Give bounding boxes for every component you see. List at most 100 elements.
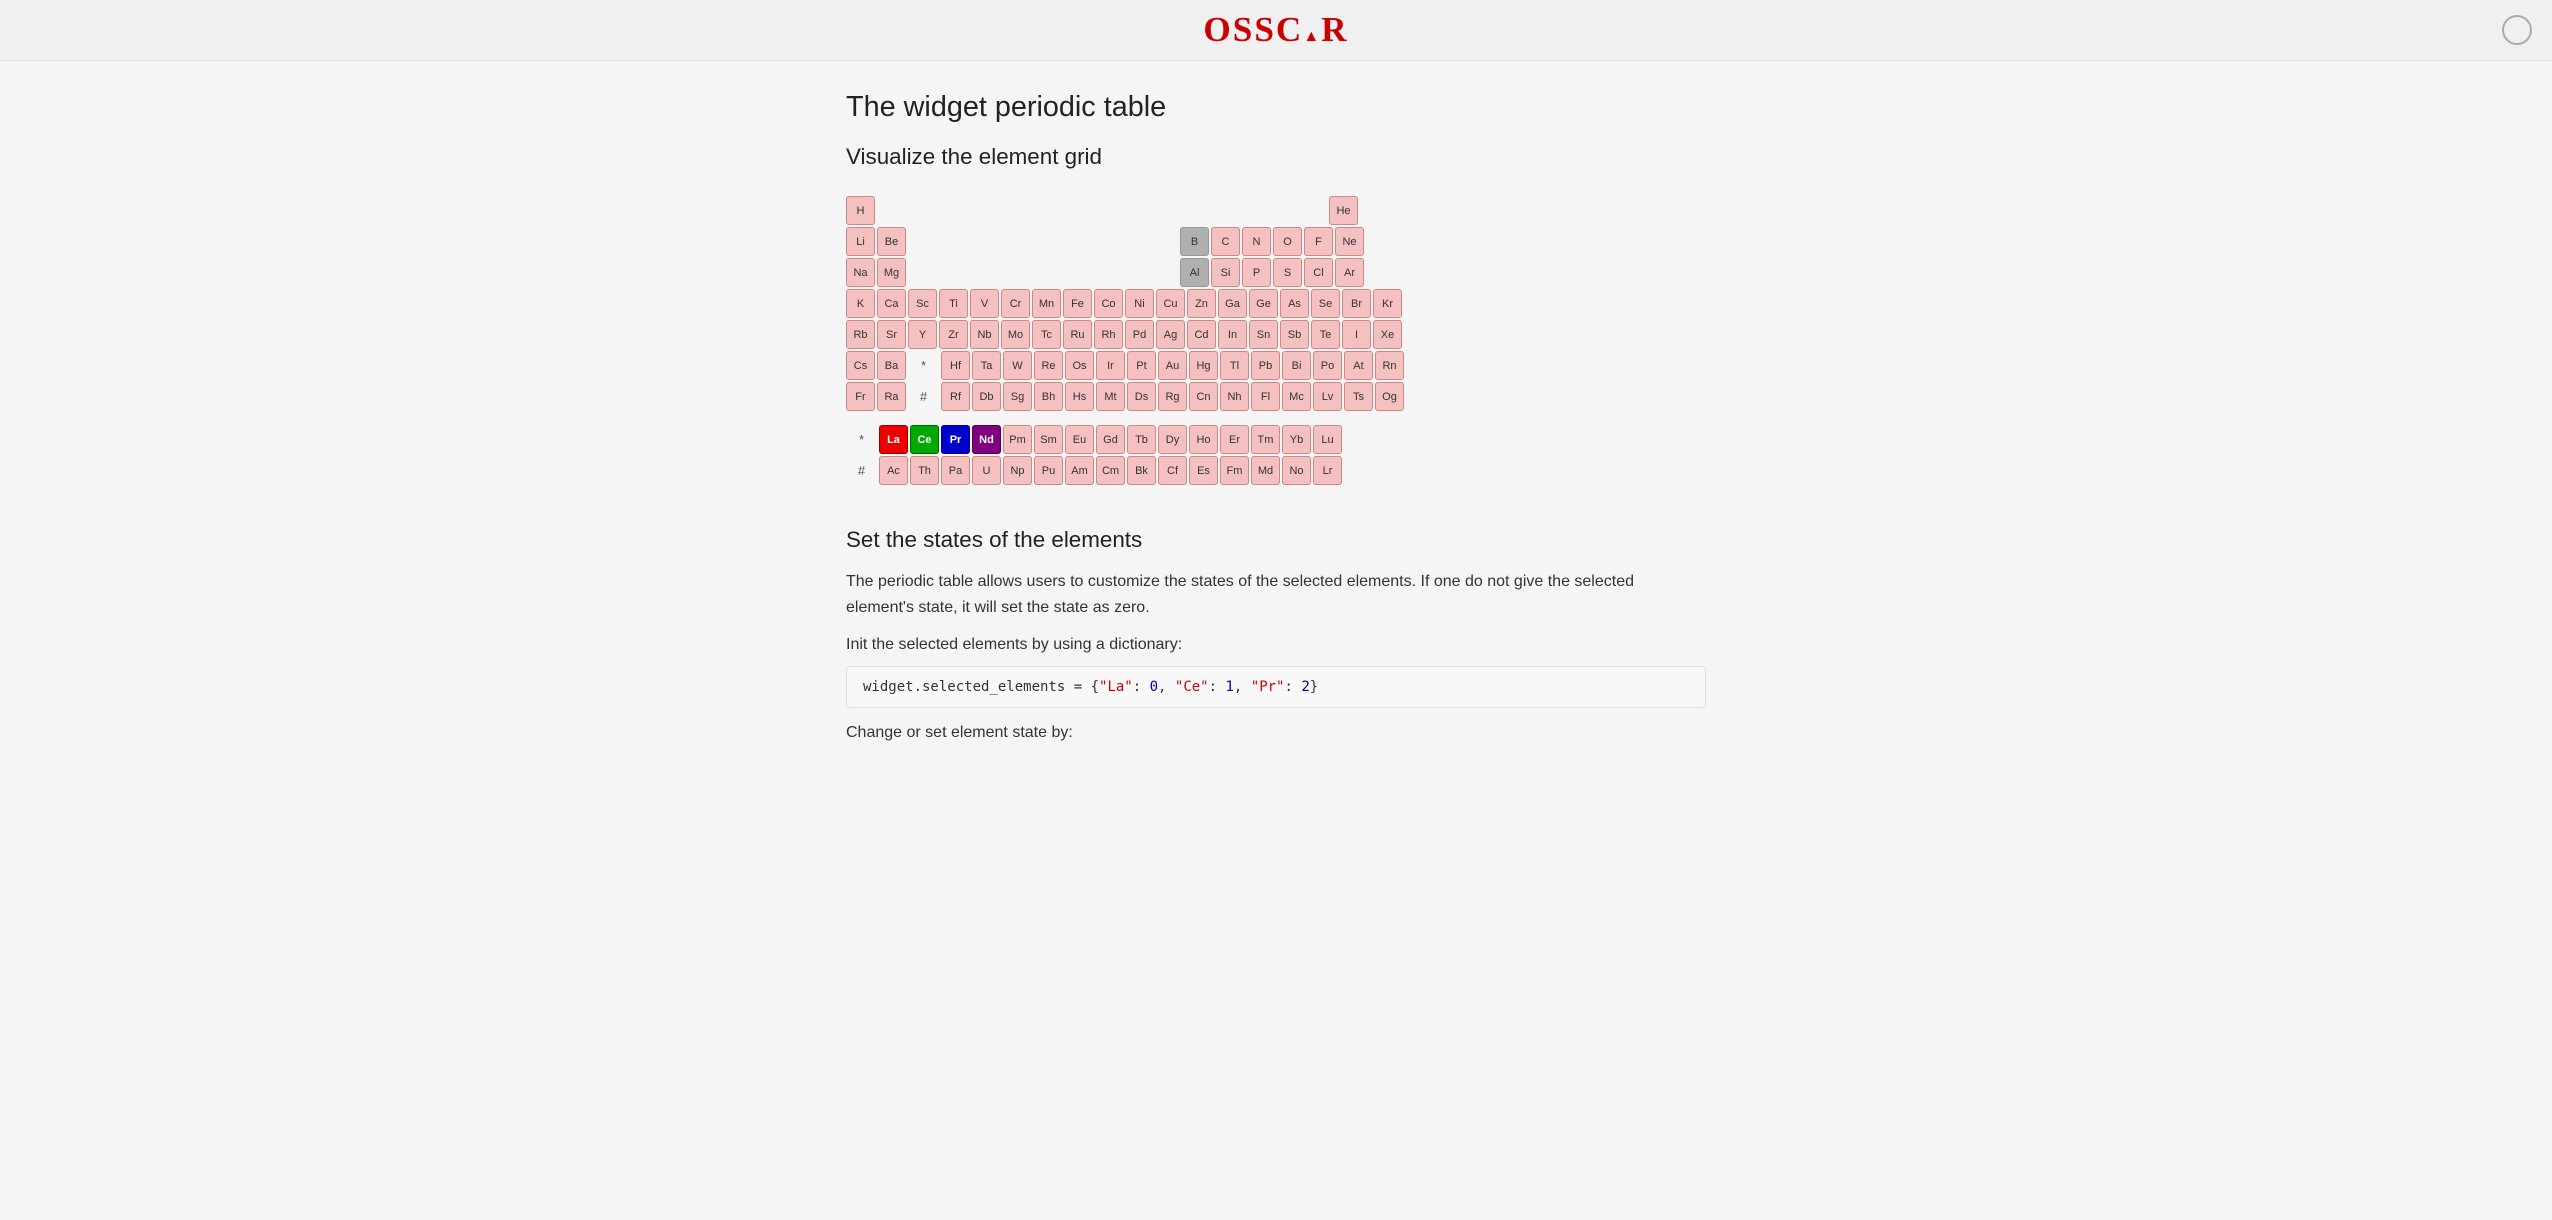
element-Am[interactable]: Am: [1065, 456, 1094, 485]
element-Na[interactable]: Na: [846, 258, 875, 287]
element-Ag[interactable]: Ag: [1156, 320, 1185, 349]
element-Ts[interactable]: Ts: [1344, 382, 1373, 411]
element-As[interactable]: As: [1280, 289, 1309, 318]
element-Nd[interactable]: Nd: [972, 425, 1001, 454]
element-Fm[interactable]: Fm: [1220, 456, 1249, 485]
element-Ni[interactable]: Ni: [1125, 289, 1154, 318]
element-Os[interactable]: Os: [1065, 351, 1094, 380]
element-Pa[interactable]: Pa: [941, 456, 970, 485]
element-Tb[interactable]: Tb: [1127, 425, 1156, 454]
element-Pb[interactable]: Pb: [1251, 351, 1280, 380]
element-Gd[interactable]: Gd: [1096, 425, 1125, 454]
element-Ga[interactable]: Ga: [1218, 289, 1247, 318]
element-Ne[interactable]: Ne: [1335, 227, 1364, 256]
element-H[interactable]: H: [846, 196, 875, 225]
element-Zn[interactable]: Zn: [1187, 289, 1216, 318]
element-Cs[interactable]: Cs: [846, 351, 875, 380]
element-Fe[interactable]: Fe: [1063, 289, 1092, 318]
element-Mg[interactable]: Mg: [877, 258, 906, 287]
element-Br[interactable]: Br: [1342, 289, 1371, 318]
element-K[interactable]: K: [846, 289, 875, 318]
element-Cd[interactable]: Cd: [1187, 320, 1216, 349]
element-Ru[interactable]: Ru: [1063, 320, 1092, 349]
element-Pr[interactable]: Pr: [941, 425, 970, 454]
element-V[interactable]: V: [970, 289, 999, 318]
element-Lv[interactable]: Lv: [1313, 382, 1342, 411]
element-Rh[interactable]: Rh: [1094, 320, 1123, 349]
element-F[interactable]: F: [1304, 227, 1333, 256]
element-Sm[interactable]: Sm: [1034, 425, 1063, 454]
element-Bk[interactable]: Bk: [1127, 456, 1156, 485]
element-Si[interactable]: Si: [1211, 258, 1240, 287]
element-Cm[interactable]: Cm: [1096, 456, 1125, 485]
element-Lu[interactable]: Lu: [1313, 425, 1342, 454]
element-Co[interactable]: Co: [1094, 289, 1123, 318]
element-Ti[interactable]: Ti: [939, 289, 968, 318]
element-Pm[interactable]: Pm: [1003, 425, 1032, 454]
element-Sb[interactable]: Sb: [1280, 320, 1309, 349]
element-Tm[interactable]: Tm: [1251, 425, 1280, 454]
element-Tl[interactable]: Tl: [1220, 351, 1249, 380]
element-Db[interactable]: Db: [972, 382, 1001, 411]
element-He[interactable]: He: [1329, 196, 1358, 225]
element-U[interactable]: U: [972, 456, 1001, 485]
element-N[interactable]: N: [1242, 227, 1271, 256]
element-Pu[interactable]: Pu: [1034, 456, 1063, 485]
element-Fl[interactable]: Fl: [1251, 382, 1280, 411]
element-Pt[interactable]: Pt: [1127, 351, 1156, 380]
element-Au[interactable]: Au: [1158, 351, 1187, 380]
element-I[interactable]: I: [1342, 320, 1371, 349]
element-Li[interactable]: Li: [846, 227, 875, 256]
element-Nb[interactable]: Nb: [970, 320, 999, 349]
element-Ar[interactable]: Ar: [1335, 258, 1364, 287]
element-Rf[interactable]: Rf: [941, 382, 970, 411]
element-Cu[interactable]: Cu: [1156, 289, 1185, 318]
element-Se[interactable]: Se: [1311, 289, 1340, 318]
element-Cl[interactable]: Cl: [1304, 258, 1333, 287]
element-P[interactable]: P: [1242, 258, 1271, 287]
element-Po[interactable]: Po: [1313, 351, 1342, 380]
element-Ca[interactable]: Ca: [877, 289, 906, 318]
element-Hg[interactable]: Hg: [1189, 351, 1218, 380]
element-Mn[interactable]: Mn: [1032, 289, 1061, 318]
record-button[interactable]: [2502, 15, 2532, 45]
element-O[interactable]: O: [1273, 227, 1302, 256]
element-Ac[interactable]: Ac: [879, 456, 908, 485]
element-Rb[interactable]: Rb: [846, 320, 875, 349]
element-At[interactable]: At: [1344, 351, 1373, 380]
element-Cn[interactable]: Cn: [1189, 382, 1218, 411]
element-Cr[interactable]: Cr: [1001, 289, 1030, 318]
element-Re[interactable]: Re: [1034, 351, 1063, 380]
element-Lr[interactable]: Lr: [1313, 456, 1342, 485]
element-Hs[interactable]: Hs: [1065, 382, 1094, 411]
element-Ba[interactable]: Ba: [877, 351, 906, 380]
element-Nh[interactable]: Nh: [1220, 382, 1249, 411]
element-Sr[interactable]: Sr: [877, 320, 906, 349]
element-Mc[interactable]: Mc: [1282, 382, 1311, 411]
element-Cf[interactable]: Cf: [1158, 456, 1187, 485]
element-Bh[interactable]: Bh: [1034, 382, 1063, 411]
element-Er[interactable]: Er: [1220, 425, 1249, 454]
element-In[interactable]: In: [1218, 320, 1247, 349]
element-Md[interactable]: Md: [1251, 456, 1280, 485]
element-B[interactable]: B: [1180, 227, 1209, 256]
element-Dy[interactable]: Dy: [1158, 425, 1187, 454]
element-Th[interactable]: Th: [910, 456, 939, 485]
element-Es[interactable]: Es: [1189, 456, 1218, 485]
element-Ds[interactable]: Ds: [1127, 382, 1156, 411]
element-Fr[interactable]: Fr: [846, 382, 875, 411]
element-Xe[interactable]: Xe: [1373, 320, 1402, 349]
element-Sc[interactable]: Sc: [908, 289, 937, 318]
element-Hf[interactable]: Hf: [941, 351, 970, 380]
element-No[interactable]: No: [1282, 456, 1311, 485]
element-Sn[interactable]: Sn: [1249, 320, 1278, 349]
element-Zr[interactable]: Zr: [939, 320, 968, 349]
element-Tc[interactable]: Tc: [1032, 320, 1061, 349]
element-Te[interactable]: Te: [1311, 320, 1340, 349]
element-La[interactable]: La: [879, 425, 908, 454]
element-C[interactable]: C: [1211, 227, 1240, 256]
element-W[interactable]: W: [1003, 351, 1032, 380]
element-Rg[interactable]: Rg: [1158, 382, 1187, 411]
element-Og[interactable]: Og: [1375, 382, 1404, 411]
element-Al[interactable]: Al: [1180, 258, 1209, 287]
